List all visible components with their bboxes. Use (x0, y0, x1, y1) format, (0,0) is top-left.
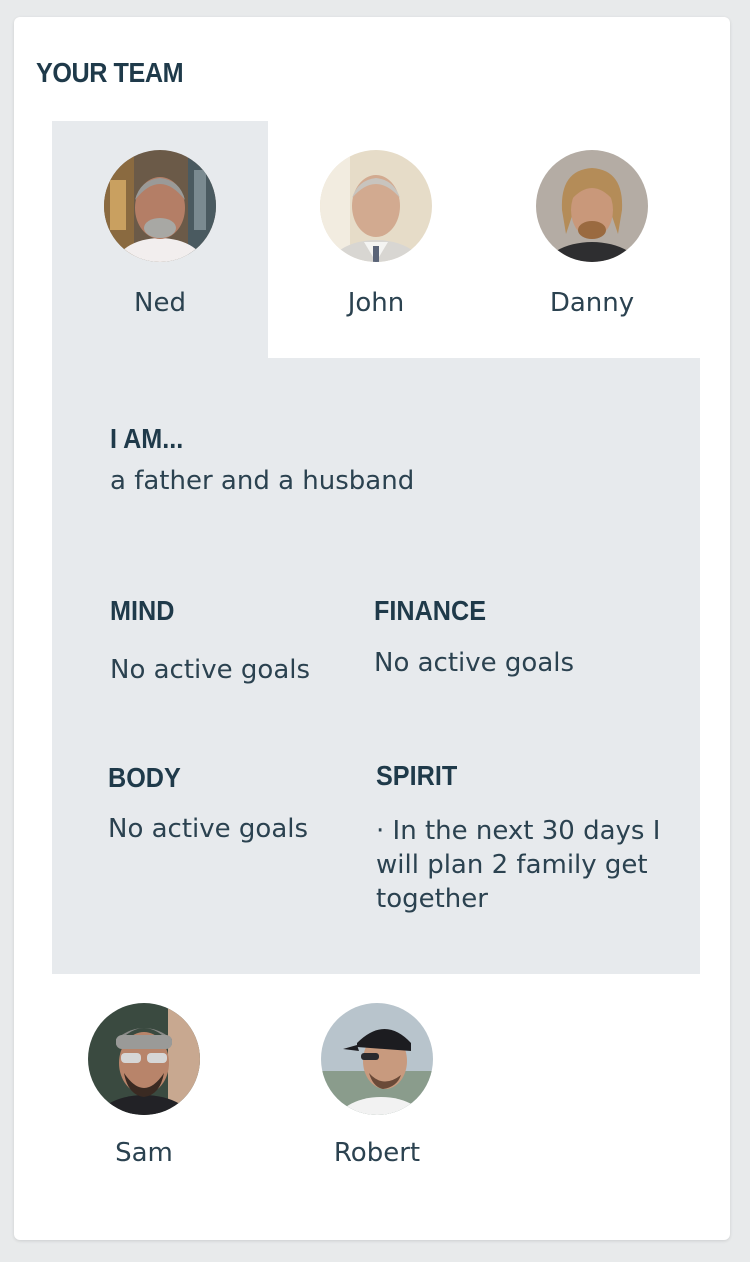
avatar (104, 150, 216, 262)
finance-heading: FINANCE (374, 595, 487, 626)
avatar (320, 150, 432, 262)
spirit-heading: SPIRIT (376, 760, 458, 791)
team-member-ned[interactable]: Ned (52, 121, 268, 358)
team-member-sam[interactable]: Sam (36, 974, 252, 1184)
team-member-danny[interactable]: Danny (484, 121, 700, 358)
mind-heading: MIND (110, 595, 175, 626)
mind-goals-text: No active goals (110, 655, 311, 685)
member-name: Robert (333, 1138, 421, 1168)
avatar (88, 1003, 200, 1115)
member-name: Sam (115, 1138, 173, 1168)
body-goals-text: No active goals (108, 814, 309, 844)
body-heading: BODY (108, 762, 181, 793)
card-title: YOUR TEAM (36, 57, 184, 88)
avatar (536, 150, 648, 262)
member-name: Danny (549, 288, 635, 318)
finance-goals-text: No active goals (374, 648, 575, 678)
iam-text: a father and a husband (110, 466, 415, 496)
avatar (321, 1003, 433, 1115)
team-member-john[interactable]: John (268, 121, 484, 358)
spirit-goal-item: In the next 30 days I will plan 2 family… (376, 814, 666, 916)
iam-heading: I AM... (110, 423, 184, 454)
team-member-robert[interactable]: Robert (269, 974, 485, 1184)
member-name: Ned (134, 288, 186, 318)
member-detail-panel: I AM... a father and a husband MIND No a… (52, 358, 700, 974)
team-card: YOUR TEAM Ned John Danny I AM... a fathe… (14, 17, 730, 1240)
member-name: John (347, 288, 405, 318)
